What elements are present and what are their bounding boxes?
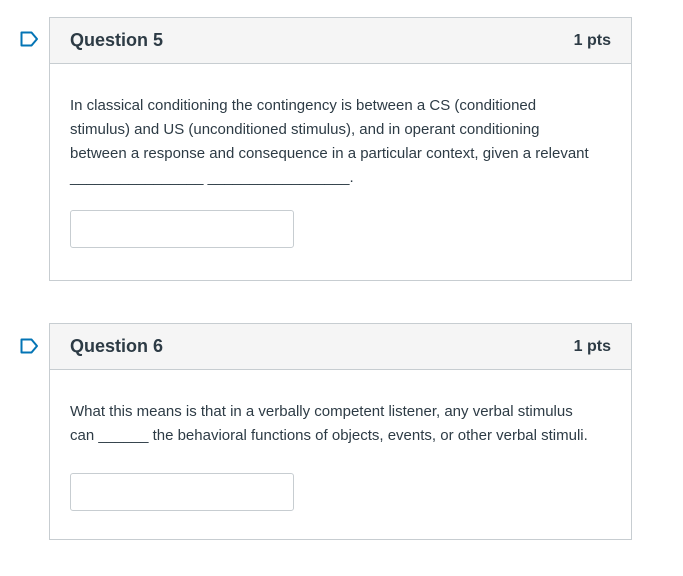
- question-6: Question 6 1 pts What this means is that…: [49, 323, 632, 540]
- flag-question-6-icon[interactable]: [20, 338, 39, 354]
- question-text: In classical conditioning the contingenc…: [70, 94, 611, 190]
- question-title: Question 5: [70, 30, 164, 50]
- question-text-line: What this means is that in a verbally co…: [70, 403, 573, 420]
- question-text-line: In classical conditioning the contingenc…: [70, 97, 537, 114]
- question-text-line: can ______ the behavioral functions of o…: [70, 427, 588, 444]
- question-title: Question 6: [70, 336, 164, 356]
- question-body: What this means is that in a verbally co…: [50, 370, 631, 511]
- question-5: Question 5 1 pts In classical conditioni…: [49, 17, 632, 281]
- question-points: 1 pts: [573, 337, 611, 355]
- quiz-page: Question 5 1 pts In classical conditioni…: [0, 0, 683, 576]
- answer-input[interactable]: [70, 473, 294, 511]
- question-body: In classical conditioning the contingenc…: [50, 64, 631, 248]
- question-text: What this means is that in a verbally co…: [70, 400, 611, 448]
- answer-input[interactable]: [70, 210, 294, 248]
- question-header: Question 6 1 pts: [50, 324, 631, 370]
- question-text-line: between a response and consequence in a …: [70, 145, 589, 162]
- question-header: Question 5 1 pts: [50, 18, 631, 64]
- question-points: 1 pts: [573, 31, 611, 49]
- flag-question-5-icon[interactable]: [20, 31, 39, 47]
- question-text-line: stimulus) and US (unconditioned stimulus…: [70, 121, 540, 138]
- question-text-line: ________________ _________________.: [70, 169, 354, 186]
